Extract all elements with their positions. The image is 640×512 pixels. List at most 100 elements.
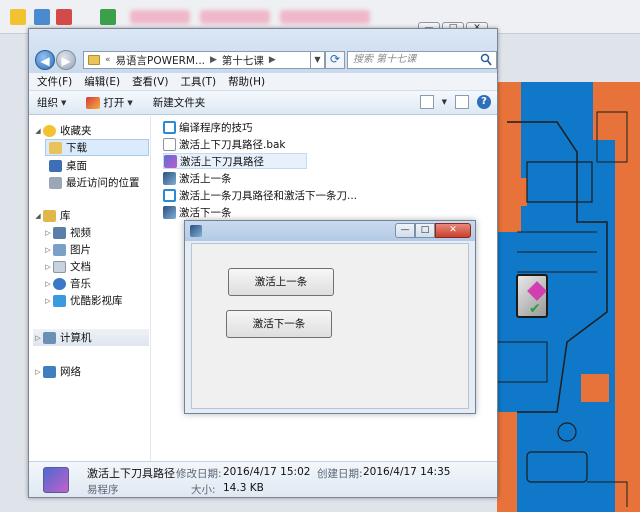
search-icon[interactable] <box>480 53 492 67</box>
forward-button[interactable]: ▶ <box>56 50 76 70</box>
nav-computer[interactable]: ▷ 计算机 <box>33 329 149 346</box>
refresh-icon: ⟳ <box>329 52 341 66</box>
nav-desktop[interactable]: 桌面 <box>49 157 87 174</box>
search-input[interactable]: 搜索 第十七课 <box>347 51 497 69</box>
file-item[interactable]: 编译程序的技巧 <box>163 119 253 135</box>
menu-help[interactable]: 帮助(H) <box>228 74 265 89</box>
details-file-type: 易程序 <box>87 484 119 496</box>
address-dropdown-button[interactable]: ▼ <box>311 51 325 69</box>
menu-view[interactable]: 查看(V) <box>132 74 168 89</box>
file-item[interactable]: 激活上一条刀具路径和激活下一条刀... <box>163 187 357 203</box>
back-button[interactable]: ◀ <box>35 50 55 70</box>
nav-label: 图片 <box>70 244 91 256</box>
new-folder-label: 新建文件夹 <box>152 97 206 109</box>
file-item[interactable]: 激活上一条 <box>163 170 232 186</box>
size-label: 大小: <box>191 484 216 496</box>
nav-favorites[interactable]: ◢ 收藏夹 <box>33 122 92 139</box>
checkmark-icon: ✔ <box>529 301 541 317</box>
nav-label: 音乐 <box>70 278 91 290</box>
nav-label: 桌面 <box>66 160 87 172</box>
dialog-title-bar[interactable]: — □ ✕ <box>185 221 475 241</box>
created-label: 创建日期: <box>317 468 363 480</box>
command-toolbar: 组织 ▼ 打开 ▼ 新建文件夹 ▼ ? <box>29 91 497 115</box>
dialog-client-area: 激活上一条 激活下一条 <box>191 243 469 409</box>
expand-icon[interactable]: ▷ <box>43 263 53 271</box>
documents-icon <box>53 260 66 273</box>
chevron-right-icon[interactable]: ▶ <box>210 55 217 65</box>
file-name: 激活上一条 <box>179 172 232 185</box>
nav-label: 库 <box>60 210 71 222</box>
file-name: 激活上一条刀具路径和激活下一条刀... <box>179 189 358 202</box>
refresh-button[interactable]: ⟳ <box>325 51 345 69</box>
nav-label: 最近访问的位置 <box>66 177 140 189</box>
nav-documents[interactable]: ▷ 文档 <box>43 258 91 275</box>
videos-icon <box>53 226 66 239</box>
expand-icon[interactable]: ▷ <box>43 297 53 305</box>
new-folder-button[interactable]: 新建文件夹 <box>153 95 206 110</box>
menu-tools[interactable]: 工具(T) <box>180 74 216 89</box>
view-options-icon[interactable] <box>419 95 434 109</box>
nav-network[interactable]: ▷ 网络 <box>33 363 81 380</box>
navigation-bar: ◀ ▶ « 易语言POWERM... ▶ 第十七课 ▶ ▼ ⟳ 搜索 第十七课 <box>29 29 497 73</box>
dialog-maximize-button[interactable]: □ <box>415 223 435 238</box>
tool-path-dialog: — □ ✕ 激活上一条 激活下一条 <box>184 220 476 414</box>
nav-pictures[interactable]: ▷ 图片 <box>43 241 91 258</box>
preview-pane-icon[interactable] <box>455 95 469 109</box>
folder-icon <box>88 55 100 65</box>
shortcut-icon <box>163 120 176 134</box>
nav-downloads[interactable]: 下载 <box>45 139 149 156</box>
file-item[interactable]: 激活下一条 <box>163 204 232 220</box>
breadcrumb-segment[interactable]: 第十七课 <box>222 53 264 68</box>
nav-youku[interactable]: ▷ 优酷影视库 <box>43 292 123 309</box>
nav-label: 优酷影视库 <box>70 295 123 307</box>
blurred-title-text <box>200 10 270 24</box>
details-file-name: 激活上下刀具路径 <box>87 467 175 480</box>
desktop-icon <box>49 159 62 172</box>
menu-edit[interactable]: 编辑(E) <box>84 74 120 89</box>
menu-file[interactable]: 文件(F) <box>37 74 72 89</box>
file-name: 激活下一条 <box>179 206 232 219</box>
selected-file-icon <box>43 467 69 493</box>
star-icon <box>43 124 56 137</box>
created-value: 2016/4/17 14:35 <box>363 466 451 478</box>
app-pencil-icon <box>10 9 26 25</box>
size-value: 14.3 KB <box>223 482 264 494</box>
nav-label: 视频 <box>70 227 91 239</box>
dialog-close-button[interactable]: ✕ <box>435 223 471 238</box>
dialog-minimize-button[interactable]: — <box>395 223 415 238</box>
chevron-right-icon[interactable]: ▶ <box>269 55 276 65</box>
downloads-folder-icon <box>49 141 62 154</box>
nav-recent[interactable]: 最近访问的位置 <box>49 174 140 191</box>
expand-icon[interactable]: ▷ <box>33 368 43 376</box>
file-name: 激活上下刀具路径.bak <box>179 138 286 151</box>
nav-libraries[interactable]: ◢ 库 <box>33 207 71 224</box>
nav-videos[interactable]: ▷ 视频 <box>43 224 91 241</box>
chevron-down-icon[interactable]: ▼ <box>442 98 447 106</box>
navigation-pane: ◢ 收藏夹 下载 桌面 最近访问的位置 ◢ 库 ▷ 视频 ▷ 图片 ▷ 文档 ▷… <box>29 116 151 461</box>
app-brand-icon <box>100 9 116 25</box>
expand-icon[interactable]: ▷ <box>43 229 53 237</box>
activate-next-button[interactable]: 激活下一条 <box>226 310 332 338</box>
address-overflow[interactable]: « <box>105 55 111 65</box>
toolbar-right-group: ▼ ? <box>419 95 491 109</box>
organize-button[interactable]: 组织 ▼ <box>37 95 66 110</box>
help-icon[interactable]: ? <box>477 95 491 109</box>
blurred-title-text <box>130 10 190 24</box>
collapse-icon[interactable]: ◢ <box>33 127 43 135</box>
pictures-icon <box>53 243 66 256</box>
open-icon <box>86 96 101 109</box>
activate-previous-button[interactable]: 激活上一条 <box>228 268 334 296</box>
open-button[interactable]: 打开 ▼ <box>86 95 133 110</box>
address-bar[interactable]: « 易语言POWERM... ▶ 第十七课 ▶ <box>83 51 311 69</box>
menu-bar: 文件(F) 编辑(E) 查看(V) 工具(T) 帮助(H) <box>29 73 497 91</box>
breadcrumb-segment[interactable]: 易语言POWERM... <box>116 53 205 68</box>
collapse-icon[interactable]: ◢ <box>33 212 43 220</box>
expand-icon[interactable]: ▷ <box>33 334 43 342</box>
file-name: 编译程序的技巧 <box>179 121 253 134</box>
expand-icon[interactable]: ▷ <box>43 246 53 254</box>
file-item-selected[interactable]: 激活上下刀具路径 <box>163 153 307 169</box>
nav-music[interactable]: ▷ 音乐 <box>43 275 91 292</box>
nav-label: 计算机 <box>60 332 92 344</box>
file-item[interactable]: 激活上下刀具路径.bak <box>163 136 286 152</box>
expand-icon[interactable]: ▷ <box>43 280 53 288</box>
